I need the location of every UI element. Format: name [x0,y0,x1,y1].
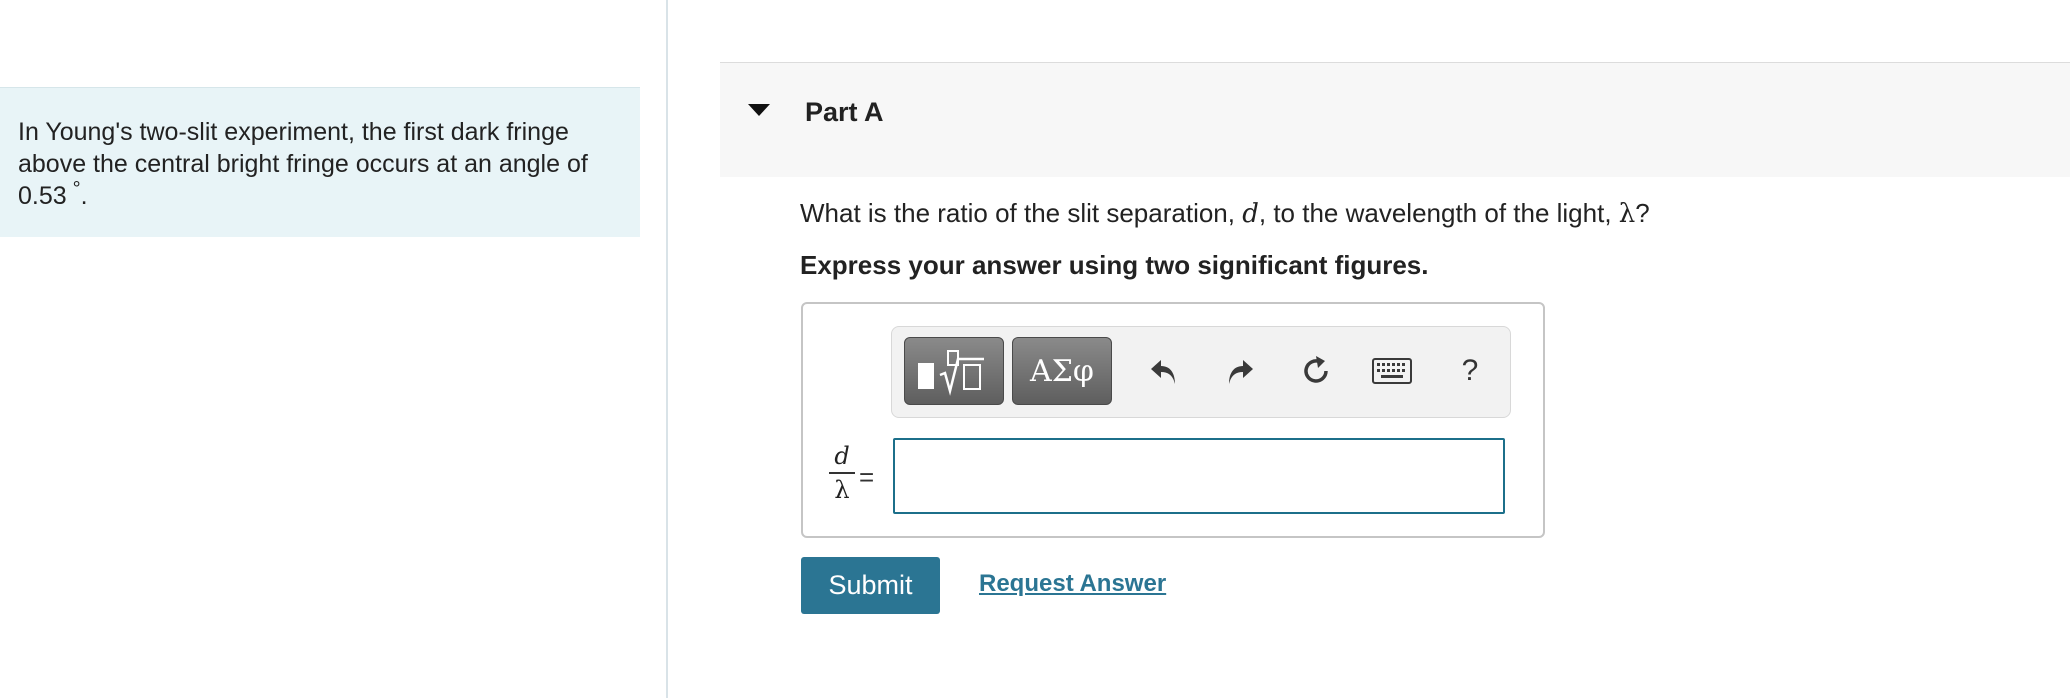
redo-button[interactable] [1216,347,1264,395]
answer-instruction: Express your answer using two significan… [800,250,1429,280]
part-a-header[interactable]: Part A [720,62,2070,177]
fraction-denominator: λ [834,476,850,504]
problem-intro-panel: In Young's two-slit experiment, the firs… [0,0,667,698]
question-end: ? [1635,198,1650,228]
fraction-bar [829,472,855,474]
reset-icon [1304,356,1328,383]
problem-statement-text: In Young's two-slit experiment, the firs… [18,118,588,210]
panel-divider [666,0,668,698]
math-templates-icon [918,350,984,396]
collapse-caret-icon[interactable] [748,104,770,116]
question-text: What is the ratio of the slit separation… [800,198,1650,229]
greek-symbols-button[interactable]: ΑΣφ [1012,337,1112,405]
question-var-lambda: λ [1618,199,1636,229]
question-middle: , to the wavelength of the light, [1258,198,1619,228]
reset-button[interactable] [1292,347,1340,395]
problem-statement: In Young's two-slit experiment, the firs… [0,87,640,237]
problem-statement-period: . [80,182,88,210]
keyboard-icon [1372,358,1412,384]
keyboard-button[interactable] [1368,347,1416,395]
redo-icon [1229,360,1253,384]
fraction-numerator: d [834,442,850,470]
undo-button[interactable] [1140,347,1188,395]
undo-icon [1151,360,1175,384]
math-templates-button[interactable] [904,337,1004,405]
answer-input[interactable] [893,438,1505,514]
question-var-d: d [1242,199,1259,229]
help-button[interactable]: ? [1446,347,1494,395]
degree-symbol: ° [72,177,81,200]
answer-area: ΑΣφ ? d λ = [801,302,1545,538]
answer-variable-label: d λ [827,442,857,504]
question-start: What is the ratio of the slit separation… [800,198,1243,228]
submit-button[interactable]: Submit [801,557,940,614]
equals-sign: = [859,462,875,492]
math-toolbar: ΑΣφ ? [891,326,1511,418]
request-answer-link[interactable]: Request Answer [979,570,1166,598]
part-title: Part A [805,97,884,127]
